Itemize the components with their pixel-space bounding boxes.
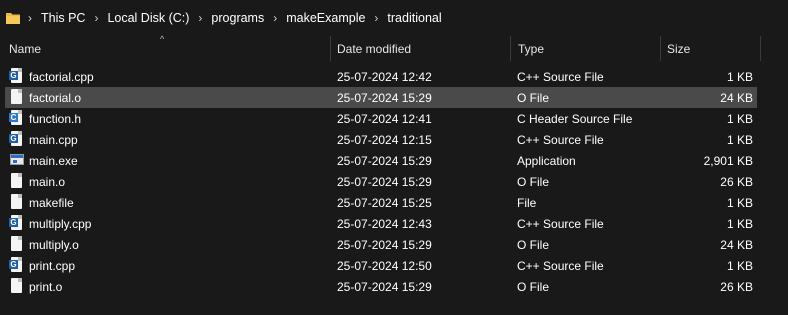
file-date-modified: 25-07-2024 12:15	[337, 132, 432, 147]
file-name: print.cpp	[29, 258, 76, 273]
file-name: main.exe	[29, 153, 78, 168]
chevron-right-icon[interactable]: ›	[374, 11, 378, 25]
file-date-modified: 25-07-2024 15:29	[337, 237, 432, 252]
header-file-icon: C	[9, 110, 23, 126]
file-size: 26 KB	[720, 174, 753, 189]
file-row[interactable]: factorial.o 25-07-2024 15:29 O File 24 KB	[5, 87, 757, 108]
file-name: factorial.cpp	[29, 69, 94, 84]
file-type: C++ Source File	[517, 69, 604, 84]
file-row[interactable]: print.o 25-07-2024 15:29 O File 26 KB	[5, 276, 757, 297]
file-size: 1 KB	[726, 69, 753, 84]
file-row[interactable]: Cfunction.h 25-07-2024 12:41 C Header Sour…	[5, 108, 757, 129]
chevron-right-icon[interactable]: ›	[28, 11, 32, 25]
file-row[interactable]: Gprint.cpp 25-07-2024 12:50 C++ Source Fil…	[5, 255, 757, 276]
file-type: File	[517, 195, 537, 210]
file-type: C++ Source File	[517, 258, 604, 273]
cpp-file-icon: G	[9, 257, 23, 273]
sort-up-icon: ^	[160, 34, 165, 44]
file-date-modified: 25-07-2024 12:43	[337, 216, 432, 231]
file-name: main.cpp	[29, 132, 78, 147]
file-name: function.h	[29, 111, 82, 126]
file-name: factorial.o	[29, 90, 82, 105]
file-row[interactable]: Gfactorial.cpp 25-07-2024 12:42 C++ Source…	[5, 66, 757, 87]
generic-file-icon	[10, 89, 23, 105]
file-size: 1 KB	[726, 216, 753, 231]
generic-file-icon	[10, 236, 23, 252]
file-date-modified: 25-07-2024 15:29	[337, 279, 432, 294]
column-divider[interactable]	[760, 36, 761, 61]
file-name: print.o	[29, 279, 63, 294]
file-type: O File	[517, 174, 550, 189]
column-header-date-modified[interactable]: Date modified	[337, 36, 411, 61]
file-row[interactable]: multiply.o 25-07-2024 15:29 O File 24 KB	[5, 234, 757, 255]
chevron-right-icon[interactable]: ›	[94, 11, 98, 25]
file-name: multiply.o	[29, 237, 79, 252]
cpp-file-icon: G	[9, 215, 23, 231]
generic-file-icon	[10, 194, 23, 210]
file-size: 24 KB	[720, 237, 753, 252]
file-row[interactable]: makefile 25-07-2024 15:25 File 1 KB	[5, 192, 757, 213]
file-size: 1 KB	[726, 132, 753, 147]
breadcrumb-makeexample[interactable]: makeExample	[286, 11, 365, 25]
breadcrumb-traditional[interactable]: traditional	[387, 11, 441, 25]
file-name: main.o	[29, 174, 66, 189]
address-bar[interactable]: › This PC › Local Disk (C:) › programs ›…	[0, 0, 788, 35]
file-date-modified: 25-07-2024 15:29	[337, 90, 432, 105]
breadcrumb-this-pc[interactable]: This PC	[41, 11, 85, 25]
column-header-type[interactable]: Type	[518, 36, 544, 61]
file-size: 2,901 KB	[703, 153, 753, 168]
file-date-modified: 25-07-2024 15:29	[337, 174, 432, 189]
file-name: multiply.cpp	[29, 216, 92, 231]
column-divider[interactable]	[510, 36, 511, 61]
folder-icon	[6, 12, 20, 24]
breadcrumb-programs[interactable]: programs	[211, 11, 264, 25]
file-type: Application	[517, 153, 576, 168]
file-name: makefile	[29, 195, 74, 210]
generic-file-icon	[10, 173, 23, 189]
column-header-name[interactable]: Name	[9, 36, 41, 61]
file-date-modified: 25-07-2024 12:42	[337, 69, 432, 84]
cpp-file-icon: G	[9, 131, 23, 147]
file-date-modified: 25-07-2024 12:41	[337, 111, 432, 126]
file-type: O File	[517, 279, 550, 294]
file-date-modified: 25-07-2024 15:29	[337, 153, 432, 168]
file-row[interactable]: main.o 25-07-2024 15:29 O File 26 KB	[5, 171, 757, 192]
file-size: 1 KB	[726, 258, 753, 273]
column-header-row: ^ Name Date modified Type Size	[0, 34, 788, 61]
chevron-right-icon[interactable]: ›	[273, 11, 277, 25]
file-date-modified: 25-07-2024 12:50	[337, 258, 432, 273]
file-row[interactable]: Gmain.cpp 25-07-2024 12:15 C++ Source File…	[5, 129, 757, 150]
file-size: 1 KB	[726, 195, 753, 210]
breadcrumb-local-disk[interactable]: Local Disk (C:)	[107, 11, 189, 25]
file-type: C++ Source File	[517, 216, 604, 231]
file-type: O File	[517, 237, 550, 252]
column-header-size[interactable]: Size	[667, 36, 690, 61]
file-type: C Header Source File	[517, 111, 633, 126]
application-icon	[10, 152, 24, 168]
column-divider[interactable]	[330, 36, 331, 61]
file-date-modified: 25-07-2024 15:25	[337, 195, 432, 210]
cpp-file-icon: G	[9, 68, 23, 84]
file-size: 26 KB	[720, 279, 753, 294]
generic-file-icon	[10, 278, 23, 294]
file-type: O File	[517, 90, 550, 105]
chevron-right-icon[interactable]: ›	[198, 11, 202, 25]
file-type: C++ Source File	[517, 132, 604, 147]
file-row[interactable]: main.exe 25-07-2024 15:29 Application 2,901…	[5, 150, 757, 171]
file-size: 24 KB	[720, 90, 753, 105]
file-row[interactable]: Gmultiply.cpp 25-07-2024 12:43 C++ Source …	[5, 213, 757, 234]
column-divider[interactable]	[660, 36, 661, 61]
file-size: 1 KB	[726, 111, 753, 126]
